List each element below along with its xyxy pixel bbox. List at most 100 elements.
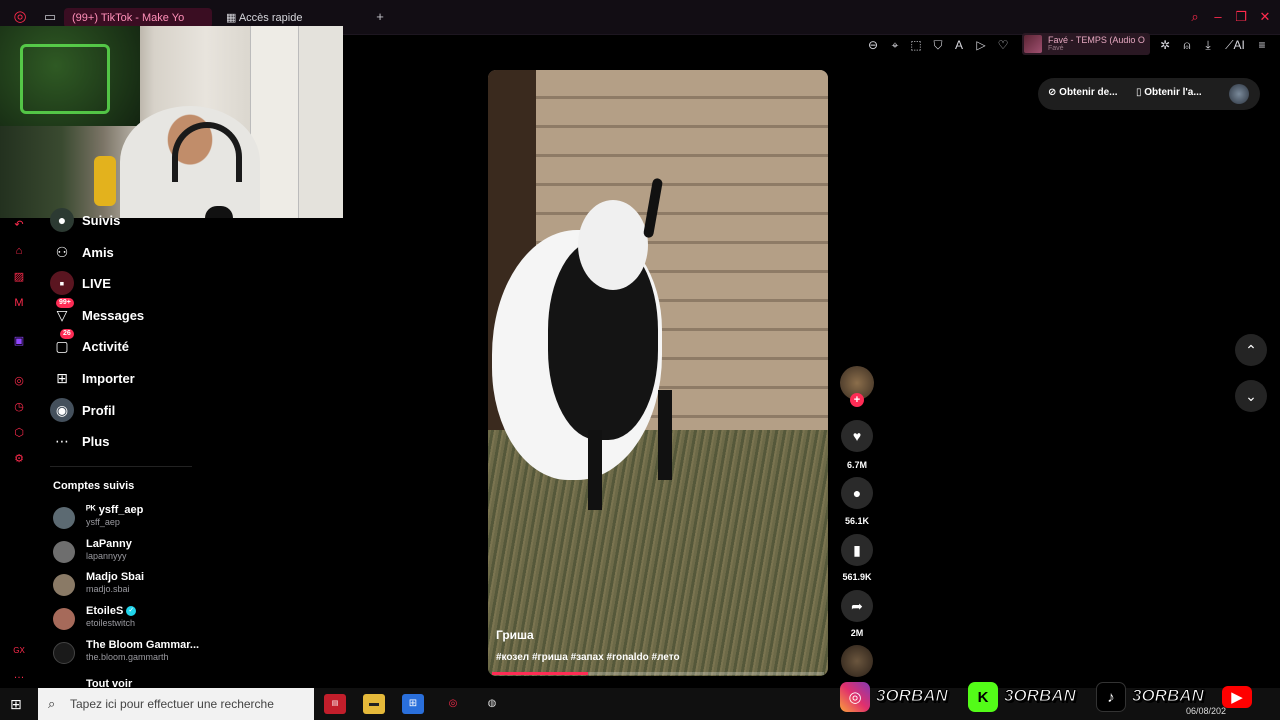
- chevron-up-icon: ⌃: [1245, 341, 1257, 358]
- twitch-icon[interactable]: ▣: [12, 334, 26, 348]
- video-progress-bar[interactable]: [492, 672, 824, 675]
- follow-plus-icon[interactable]: +: [850, 393, 864, 407]
- opera-sidebar: ↶ ⌂ ▨ M ▣ ◎ ◷ ⬡ ⚙ GX …: [0, 218, 38, 688]
- save-count: 561.9K: [842, 572, 872, 582]
- opera-taskbar-icon[interactable]: ◎: [442, 694, 464, 714]
- download-icon[interactable]: ⤓: [1200, 37, 1216, 53]
- comment-icon: ●: [852, 485, 862, 501]
- account-name: EtoileS ✓: [86, 605, 137, 617]
- minimize-button[interactable]: –: [1210, 9, 1226, 25]
- video-player[interactable]: [488, 70, 828, 676]
- video-progress-fill: [492, 672, 589, 675]
- next-video-button[interactable]: ⌄: [1235, 380, 1267, 412]
- get-app-button[interactable]: ▯ Obtenir l'a...: [1136, 87, 1202, 98]
- extensions-sidebar-icon[interactable]: ⬡: [12, 426, 26, 440]
- search-placeholder: Tapez ici pour effectuer une recherche: [70, 697, 274, 711]
- app-icon[interactable]: ◍: [481, 694, 503, 714]
- nav-item-more[interactable]: ⋯ Plus: [50, 429, 109, 453]
- share-count: 2M: [850, 628, 864, 638]
- avatar: [53, 541, 75, 563]
- get-app-bar: ⊘ Obtenir de... ▯ Obtenir l'a...: [1038, 78, 1260, 110]
- goat-leg: [658, 390, 672, 480]
- account-handle: etoilestwitch: [86, 618, 136, 628]
- music-disc[interactable]: [841, 645, 873, 677]
- door: [298, 26, 343, 218]
- share-icon: ➦: [851, 597, 863, 614]
- previous-video-button[interactable]: ⌃: [1235, 334, 1267, 366]
- tab-quick-access[interactable]: ▦ Accès rapide: [218, 8, 338, 28]
- profile-icon: ◉: [50, 398, 74, 422]
- media-player-widget[interactable]: Favé - TEMPS (Audio O Favé: [1022, 33, 1150, 55]
- nav-label: Amis: [82, 244, 114, 260]
- instagram-icon[interactable]: ◎: [12, 374, 26, 388]
- nav-label: Suivis: [82, 212, 121, 228]
- search-tabs-icon[interactable]: ⌕: [1187, 9, 1203, 25]
- menu-icon[interactable]: ≡: [1254, 37, 1270, 53]
- nav-item-following[interactable]: ● Suivis: [50, 208, 120, 232]
- video-hashtags[interactable]: #козел #гриша #запах #ronaldo #лето: [496, 652, 680, 663]
- user-avatar[interactable]: [1229, 84, 1249, 104]
- history-icon[interactable]: ◷: [12, 400, 26, 414]
- play-icon[interactable]: ▷: [973, 37, 989, 53]
- save-button[interactable]: ▮: [841, 534, 873, 566]
- nav-item-friends[interactable]: ⚇ Amis: [50, 240, 114, 264]
- windows-start-icon[interactable]: ⊞: [10, 696, 26, 712]
- pin-icon[interactable]: ⌖: [887, 37, 903, 53]
- taskbar-search[interactable]: ⌕ Tapez ici pour effectuer une recherche: [38, 688, 314, 720]
- verified-icon: ✓: [126, 606, 137, 617]
- activity-badge: 26: [60, 329, 74, 339]
- like-button[interactable]: ♥: [841, 420, 873, 452]
- comment-count: 56.1K: [844, 516, 870, 526]
- close-button[interactable]: ✕: [1257, 9, 1273, 25]
- aria-ai-button[interactable]: ⟋AI: [1222, 37, 1248, 53]
- neon-sign: [20, 44, 110, 114]
- share-button[interactable]: ➦: [841, 590, 873, 622]
- tab-manager-icon[interactable]: ▭: [42, 9, 58, 25]
- pinboard-icon[interactable]: ▨: [12, 270, 26, 284]
- app-icon[interactable]: ▤: [324, 694, 346, 714]
- kick-icon: K: [968, 682, 998, 712]
- nav-item-messages[interactable]: ▽ 99+ Messages: [50, 298, 144, 327]
- nav-item-live[interactable]: ▪ LIVE: [50, 271, 111, 295]
- more-sidebar-icon[interactable]: …: [12, 668, 26, 682]
- get-desktop-label: Obtenir de...: [1059, 87, 1118, 98]
- gx-icon[interactable]: GX: [12, 644, 26, 658]
- video-caption: Гриша: [496, 628, 534, 642]
- goat-leg: [588, 430, 602, 510]
- get-desktop-button[interactable]: ⊘ Obtenir de...: [1048, 87, 1118, 98]
- goat-spot: [578, 200, 648, 290]
- account-name-text: EtoileS: [86, 605, 124, 617]
- nav-item-profile[interactable]: ◉ Profil: [50, 398, 115, 422]
- activity-icon: ▢ 26: [50, 329, 74, 358]
- mail-icon[interactable]: M: [12, 296, 26, 310]
- account-handle: ysff_aep: [86, 517, 120, 527]
- nav-item-activity[interactable]: ▢ 26 Activité: [50, 329, 129, 358]
- store-icon[interactable]: ⊞: [402, 694, 424, 714]
- account-icon[interactable]: ⍝: [1179, 37, 1195, 53]
- friends-icon: ⚇: [55, 243, 69, 260]
- tab-quick-label: Accès rapide: [238, 12, 303, 24]
- new-tab-button[interactable]: +: [372, 9, 388, 25]
- like-count: 6.7M: [846, 460, 867, 470]
- get-app-label: Obtenir l'a...: [1144, 87, 1202, 98]
- shield-icon[interactable]: ⛉: [930, 37, 946, 53]
- following-accounts-title: Comptes suivis: [53, 480, 135, 492]
- snapshot-icon[interactable]: ⬚: [908, 37, 924, 53]
- nav-item-upload[interactable]: ⊞ Importer: [50, 366, 135, 390]
- nav-label: Importer: [82, 370, 135, 386]
- back-icon[interactable]: ↶: [12, 218, 26, 232]
- tab-tiktok[interactable]: (99+) TikTok - Make Yo: [64, 8, 212, 28]
- social-handle: 3ORBAN: [876, 686, 949, 706]
- maximize-button[interactable]: ❐: [1233, 9, 1249, 25]
- bottle: [94, 156, 116, 206]
- comment-button[interactable]: ●: [841, 477, 873, 509]
- opera-logo-icon[interactable]: ◎: [12, 9, 28, 25]
- extensions-icon[interactable]: ✲: [1157, 37, 1173, 53]
- file-explorer-icon[interactable]: ▬: [363, 694, 385, 714]
- settings-icon[interactable]: ⚙: [12, 452, 26, 466]
- shopping-icon[interactable]: ⌂: [12, 244, 26, 258]
- heart-icon[interactable]: ♡: [995, 37, 1011, 53]
- zoom-icon[interactable]: ⊖: [865, 37, 881, 53]
- following-icon: ●: [50, 208, 74, 232]
- translate-icon[interactable]: A: [951, 37, 967, 53]
